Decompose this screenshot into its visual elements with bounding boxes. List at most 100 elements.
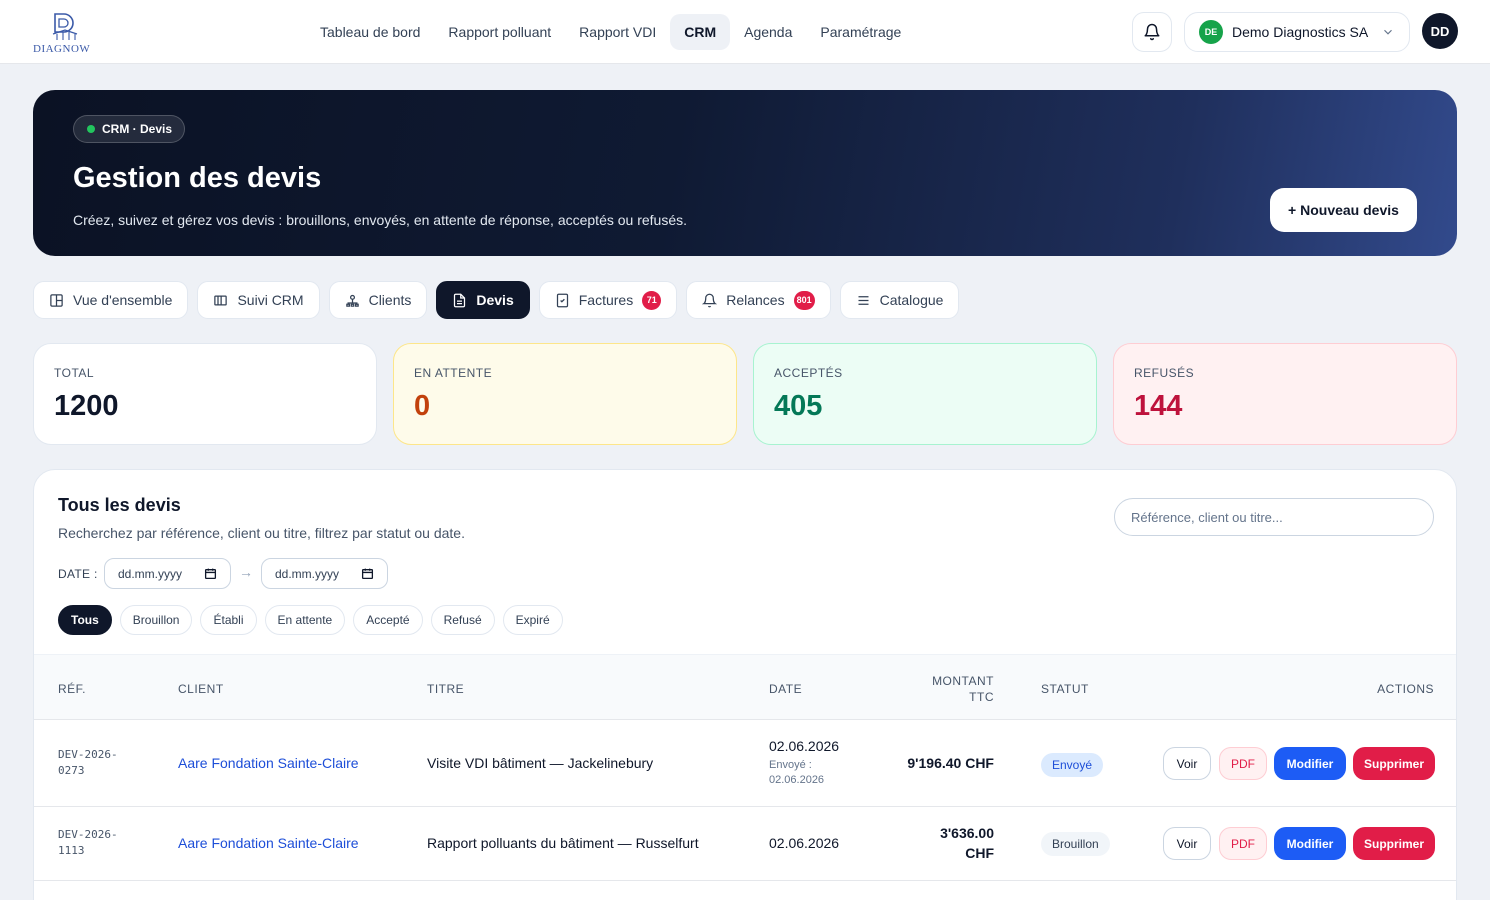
stat-label: ACCEPTÉS: [774, 366, 843, 380]
tab-label: Devis: [476, 292, 514, 308]
search-input[interactable]: [1114, 498, 1434, 536]
nav-tableau-de-bord[interactable]: Tableau de bord: [306, 14, 434, 50]
tab-catalogue[interactable]: Catalogue: [839, 281, 960, 319]
stat-value: 405: [774, 390, 823, 422]
quote-reference-prefix: DEV-2026-: [58, 748, 118, 761]
tab-devis[interactable]: Devis: [436, 281, 530, 319]
table-row[interactable]: DEV-2026- 1113 Aare Fondation Sainte-Cla…: [34, 807, 1456, 881]
invoices-count-badge: 71: [642, 290, 662, 310]
table-row[interactable]: DEV-2026- 0273 Aare Fondation Sainte-Cla…: [34, 720, 1456, 807]
nav-rapport-vdi[interactable]: Rapport VDI: [565, 14, 670, 50]
new-quote-button[interactable]: + Nouveau devis: [1270, 188, 1417, 232]
quote-date-value: 02.06.2026: [769, 835, 840, 851]
status-badge: Envoyé: [1041, 753, 1104, 777]
tab-vue-ensemble[interactable]: Vue d'ensemble: [33, 281, 189, 319]
page-title: Gestion des devis: [73, 162, 322, 194]
quote-amount-value: 9'196.40 CHF: [907, 755, 994, 771]
filter-chip-accepte[interactable]: Accepté: [353, 605, 423, 635]
sent-date-label: Envoyé :: [769, 759, 812, 771]
page-subtitle: Créez, suivez et gérez vos devis : broui…: [73, 212, 688, 228]
section-pill-label: CRM · Devis: [102, 122, 173, 136]
tab-label: Vue d'ensemble: [73, 292, 173, 308]
quote-reference-prefix: DEV-2026-: [58, 828, 118, 841]
column-header-client[interactable]: CLIENT: [178, 682, 224, 696]
filter-chip-expire[interactable]: Expiré: [502, 605, 563, 635]
invoice-icon: [556, 293, 568, 307]
edit-button[interactable]: Modifier: [1274, 747, 1346, 780]
filter-chip-en-attente[interactable]: En attente: [264, 605, 346, 635]
date-from-field[interactable]: dd.mm.yyyy: [104, 558, 231, 589]
tab-clients[interactable]: Clients: [328, 281, 428, 319]
stat-value: 1200: [54, 390, 119, 422]
column-header-status[interactable]: STATUT: [1041, 682, 1089, 696]
column-header-title[interactable]: TITRE: [427, 682, 464, 696]
status-dot-icon: [87, 125, 95, 133]
filter-chip-refuse[interactable]: Refusé: [430, 605, 495, 635]
stat-label: REFUSÉS: [1134, 366, 1195, 380]
delete-button[interactable]: Supprimer: [1353, 827, 1435, 860]
quote-reference: DEV-2026- 1113: [58, 827, 118, 859]
column-header-date[interactable]: DATE: [769, 682, 802, 696]
date-to-field[interactable]: dd.mm.yyyy: [261, 558, 388, 589]
column-header-amount-line1: MONTANT: [932, 674, 994, 688]
stat-card-refused: REFUSÉS 144: [1113, 343, 1457, 445]
status-cell: Brouillon: [1041, 832, 1110, 856]
quote-amount-currency: CHF: [965, 845, 994, 861]
client-link[interactable]: Aare Fondation Sainte-Claire: [178, 835, 359, 851]
date-from-placeholder: dd.mm.yyyy: [118, 566, 183, 581]
nav-rapport-polluant[interactable]: Rapport polluant: [434, 14, 565, 50]
chevron-down-icon: [1384, 29, 1392, 35]
calendar-icon: [204, 568, 217, 580]
org-name: Demo Diagnostics SA: [1232, 24, 1369, 40]
app-logo[interactable]: DIAGNOW: [33, 10, 103, 56]
delete-button[interactable]: Supprimer: [1353, 747, 1435, 780]
quote-title: Rapport polluants du bâtiment — Russelfu…: [427, 835, 699, 851]
tab-relances[interactable]: Relances 801: [686, 281, 831, 319]
hero-banner: CRM · Devis Gestion des devis Créez, sui…: [33, 90, 1457, 256]
stat-card-total: TOTAL 1200: [33, 343, 377, 445]
date-range-arrow: →: [239, 564, 253, 580]
stat-value: 144: [1134, 390, 1183, 422]
view-button[interactable]: Voir: [1163, 827, 1211, 860]
pdf-button[interactable]: PDF: [1219, 747, 1267, 780]
section-subtitle: Recherchez par référence, client ou titr…: [58, 525, 465, 541]
quote-amount: 9'196.40 CHF: [874, 753, 994, 773]
quote-amount: 3'636.00 CHF: [874, 823, 994, 863]
nav-agenda[interactable]: Agenda: [730, 14, 806, 50]
tab-suivi-crm[interactable]: Suivi CRM: [197, 281, 320, 319]
column-header-actions: ACTIONS: [1377, 682, 1434, 696]
column-header-amount[interactable]: MONTANT TTC: [914, 673, 994, 705]
client-link[interactable]: Aare Fondation Sainte-Claire: [178, 755, 359, 771]
quote-date-value: 02.06.2026: [769, 738, 840, 754]
bell-icon: [702, 293, 718, 307]
sent-date-value: 02.06.2026: [769, 774, 825, 786]
column-header-ref[interactable]: RÉF.: [58, 682, 86, 696]
calendar-icon: [361, 568, 374, 580]
stat-card-pending: EN ATTENTE 0: [393, 343, 737, 445]
quote-date: 02.06.2026 Envoyé : 02.06.2026: [769, 738, 839, 788]
tab-factures[interactable]: Factures 71: [538, 281, 678, 319]
tab-label: Clients: [368, 292, 412, 308]
quote-amount-value: 3'636.00: [940, 825, 994, 841]
stat-label: TOTAL: [54, 366, 95, 380]
organization-selector[interactable]: DE Demo Diagnostics SA: [1184, 12, 1410, 52]
notifications-button[interactable]: [1132, 12, 1172, 52]
section-title: Tous les devis: [58, 495, 181, 515]
status-filter-chips: Tous Brouillon Établi En attente Accepté…: [58, 605, 563, 635]
filter-chip-tous[interactable]: Tous: [58, 605, 112, 635]
filter-chip-brouillon[interactable]: Brouillon: [119, 605, 193, 635]
filter-chip-etabli[interactable]: Établi: [200, 605, 257, 635]
section-pill: CRM · Devis: [73, 115, 186, 143]
edit-button[interactable]: Modifier: [1274, 827, 1346, 860]
view-button[interactable]: Voir: [1163, 747, 1211, 780]
tab-label: Factures: [578, 292, 634, 308]
nav-crm[interactable]: CRM: [670, 14, 731, 50]
org-badge: DE: [1199, 20, 1223, 44]
tab-label: Relances: [726, 292, 785, 308]
pdf-button[interactable]: PDF: [1219, 827, 1267, 860]
nav-parametrage[interactable]: Paramétrage: [806, 14, 915, 50]
user-avatar[interactable]: DD: [1422, 13, 1458, 49]
quote-reference-number: 1113: [58, 844, 85, 857]
crm-tabs: Vue d'ensemble Suivi CRM Clients Devis F…: [33, 281, 960, 319]
layout-icon: [50, 293, 63, 307]
